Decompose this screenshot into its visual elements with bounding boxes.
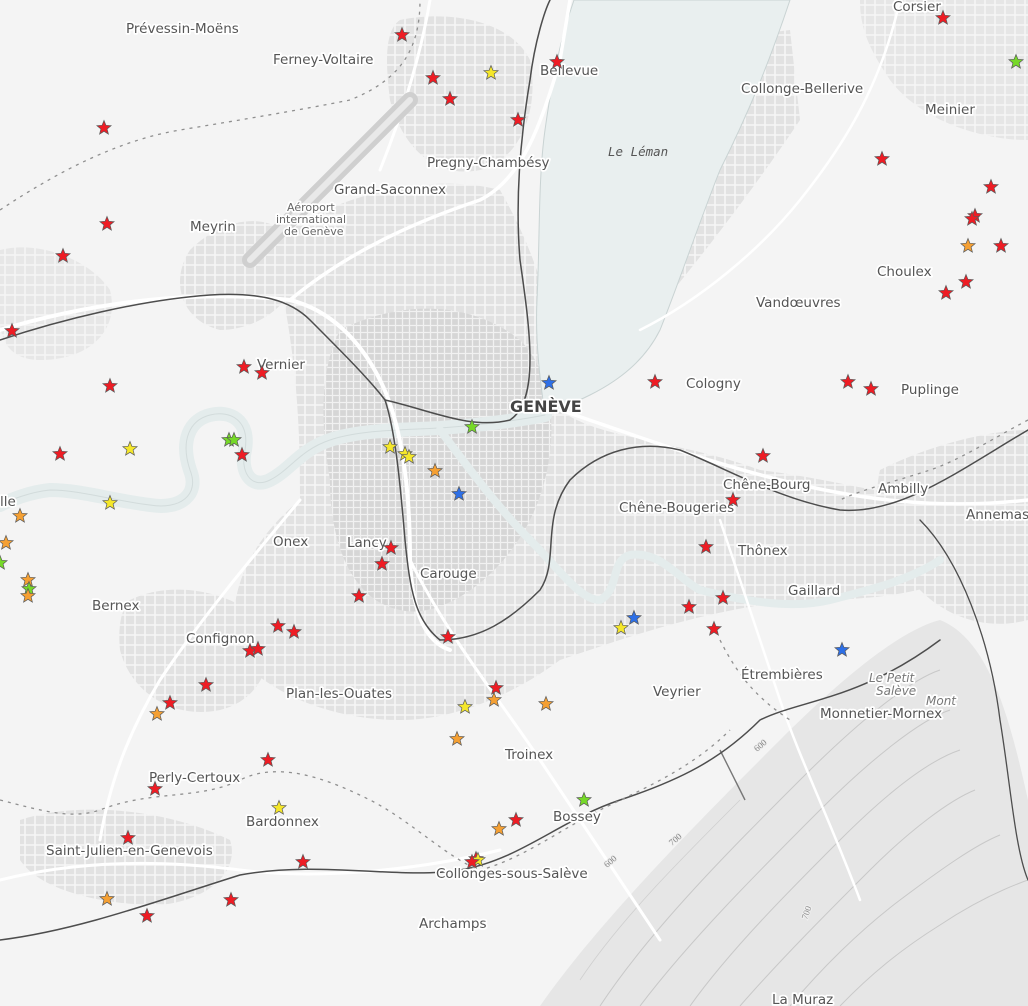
label-confignon: Confignon <box>186 631 255 647</box>
label-lancy: Lancy <box>347 535 387 551</box>
label-ambilly: Ambilly <box>878 481 928 497</box>
label-pregny: Pregny-Chambésy <box>427 155 550 171</box>
label-prevessin: Prévessin-Moëns <box>126 21 239 37</box>
label-la-muraz: La Muraz <box>772 992 833 1006</box>
label-ferney: Ferney-Voltaire <box>273 52 373 68</box>
label-veyrier: Veyrier <box>653 684 701 700</box>
label-cologny: Cologny <box>686 376 741 392</box>
label-geneve: GENÈVE <box>510 397 582 416</box>
label-edge-lle: lle <box>0 494 16 510</box>
label-thonex: Thônex <box>737 543 788 559</box>
label-chene-bourg: Chêne-Bourg <box>723 477 811 493</box>
label-onex: Onex <box>273 534 308 550</box>
label-bossey: Bossey <box>553 809 601 825</box>
label-vandoeuvres: Vandœuvres <box>756 295 841 311</box>
label-saint-julien: Saint-Julien-en-Genevois <box>46 843 213 859</box>
label-petit-saleve-2: Salève <box>876 684 916 698</box>
label-perly: Perly-Certoux <box>149 770 240 786</box>
label-annemasse: Annemas <box>966 507 1028 523</box>
label-monnetier: Monnetier-Mornex <box>820 706 942 722</box>
label-petit-saleve-1: Le Petit <box>869 671 916 685</box>
label-meinier: Meinier <box>925 102 975 118</box>
label-gaillard: Gaillard <box>788 583 840 599</box>
label-chene-bougeries: Chêne-Bougeries <box>619 500 734 516</box>
label-carouge: Carouge <box>420 566 477 582</box>
label-grand-saconnex: Grand-Saconnex <box>334 182 446 198</box>
label-collonge-bellerive: Collonge-Bellerive <box>741 81 863 97</box>
label-choulex: Choulex <box>877 264 932 280</box>
label-bernex: Bernex <box>92 598 140 614</box>
label-corsier: Corsier <box>893 0 941 15</box>
label-puplinge: Puplinge <box>901 382 959 398</box>
map-canvas[interactable]: Prévessin-Moëns Ferney-Voltaire Bellevue… <box>0 0 1028 1006</box>
label-troinex: Troinex <box>504 747 553 763</box>
label-archamps: Archamps <box>419 916 487 932</box>
label-aeroport-3: de Genève <box>284 225 344 238</box>
label-collonges-saleve: Collonges-sous-Salève <box>436 866 588 882</box>
label-etrembieres: Étrembières <box>741 666 823 683</box>
label-bardonnex: Bardonnex <box>246 814 319 830</box>
label-meyrin: Meyrin <box>190 219 236 235</box>
map-viewport[interactable]: Prévessin-Moëns Ferney-Voltaire Bellevue… <box>0 0 1028 1006</box>
label-bellevue: Bellevue <box>540 63 598 79</box>
label-plan-les-ouates: Plan-les-Ouates <box>286 686 392 702</box>
label-le-leman: Le Léman <box>608 144 668 159</box>
